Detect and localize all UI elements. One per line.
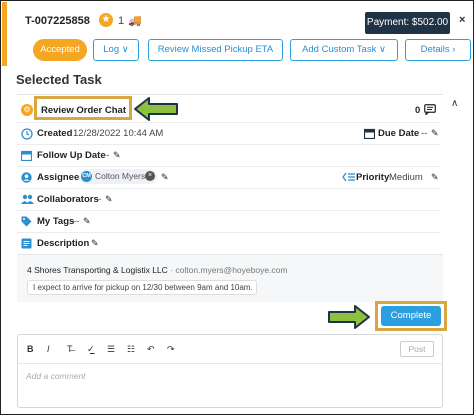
close-icon[interactable]: ×	[459, 14, 465, 26]
edit-follow-up-icon[interactable]: ✎	[113, 150, 121, 161]
due-date-label: Due Date	[378, 128, 420, 139]
chat-email: · colton.myers@hoyeboye.com	[170, 265, 288, 275]
remove-assignee-icon[interactable]: ×	[145, 171, 155, 181]
pointer-arrow-icon	[328, 305, 370, 329]
description-row: Description ✎	[17, 233, 441, 255]
user-icon	[21, 172, 32, 183]
undo-button[interactable]: ↶	[147, 344, 155, 355]
load-count: 1	[118, 15, 125, 27]
comment-editor: B I T̶ ✓̲ ☰ ☷ ↶ ↷ Post Add a comment	[17, 334, 443, 408]
complete-button[interactable]: Complete	[381, 306, 441, 326]
italic-button[interactable]: I	[47, 344, 50, 354]
tags-label: My Tags	[37, 216, 75, 227]
collaborators-icon	[21, 194, 34, 205]
follow-up-row: Follow Up Date -- ✎	[17, 145, 441, 167]
calendar-check-icon	[20, 150, 33, 162]
bullet-list-button[interactable]: ☰	[107, 344, 115, 355]
chat-message: 4 Shores Transporting & Logistix LLC · c…	[17, 254, 443, 302]
description-label: Description	[37, 238, 90, 249]
document-icon	[21, 238, 32, 249]
due-date-value: --	[421, 128, 428, 139]
edit-priority-icon[interactable]: ✎	[431, 172, 439, 183]
collaborators-row: Collaborators -- ✎	[17, 189, 441, 211]
tag-icon	[21, 216, 32, 227]
order-id: T-007225858	[25, 15, 90, 27]
collapse-icon[interactable]: ∧	[451, 98, 458, 109]
follow-up-value: --	[103, 150, 110, 161]
tags-row: My Tags -- ✎	[17, 211, 441, 233]
chat-count: 0	[415, 105, 421, 116]
strikethrough-button[interactable]: T̶	[67, 344, 73, 354]
edit-due-date-icon[interactable]: ✎	[431, 128, 439, 139]
task-panel: T-007225858 ★ 1 🚚 Payment: $502.00 × Acc…	[0, 0, 474, 415]
redo-button[interactable]: ↷	[167, 344, 175, 355]
edit-tags-icon[interactable]: ✎	[83, 216, 91, 227]
edit-assignee-icon[interactable]: ✎	[161, 172, 169, 183]
created-row: Created 12/28/2022 10:44 AM Due Date -- …	[17, 123, 441, 145]
assignee-label: Assignee	[37, 172, 80, 183]
priority-label: Priority	[356, 172, 390, 183]
truck-icon: 🚚	[128, 15, 142, 27]
comment-input[interactable]: Add a comment	[26, 371, 86, 381]
status-badge: Accepted	[33, 39, 87, 61]
section-title: Selected Task	[16, 72, 102, 87]
calendar-icon	[363, 128, 376, 140]
bold-button[interactable]: B	[27, 344, 34, 354]
chat-icon[interactable]	[424, 104, 436, 116]
collaborators-label: Collaborators	[37, 194, 99, 205]
avatar: CM	[81, 171, 92, 182]
edit-collaborators-icon[interactable]: ✎	[105, 194, 113, 205]
clock-icon	[21, 128, 33, 140]
collaborators-value: --	[95, 194, 102, 205]
log-button[interactable]: Log ∨	[93, 39, 139, 61]
edit-description-icon[interactable]: ✎	[91, 238, 99, 249]
pointer-arrow-icon	[134, 97, 178, 121]
tags-value: --	[73, 216, 80, 227]
highlight-task-title	[34, 96, 132, 120]
chat-company: 4 Shores Transporting & Logistix LLC	[27, 265, 168, 275]
chat-sender: 4 Shores Transporting & Logistix LLC · c…	[27, 265, 287, 275]
review-missed-pickup-eta-button[interactable]: Review Missed Pickup ETA	[148, 39, 283, 61]
assignee-name: Colton Myers	[95, 171, 146, 181]
chat-text: I expect to arrive for pickup on 12/30 b…	[27, 280, 257, 295]
star-icon[interactable]: ★	[99, 13, 113, 27]
follow-up-label: Follow Up Date	[37, 150, 106, 161]
gear-icon: ⚙	[21, 104, 33, 116]
payment-badge: Payment: $502.00	[365, 12, 450, 34]
post-button[interactable]: Post	[400, 341, 434, 357]
assignee-chip[interactable]: CM Colton Myers ×	[79, 169, 157, 184]
priority-icon	[341, 172, 355, 183]
created-label: Created	[37, 128, 73, 139]
created-value: 12/28/2022 10:44 AM	[73, 128, 164, 139]
add-custom-task-button[interactable]: Add Custom Task ∨	[290, 39, 398, 61]
details-button[interactable]: Details ›	[405, 39, 471, 61]
order-header: T-007225858 ★ 1 🚚 Payment: $502.00 × Acc…	[2, 2, 472, 66]
editor-divider	[18, 363, 442, 364]
assignee-row: Assignee CM Colton Myers × ✎ Priority Me…	[17, 167, 441, 189]
priority-value: Medium	[389, 172, 423, 183]
numbered-list-button[interactable]: ☷	[127, 344, 135, 355]
underline-button[interactable]: ✓̲	[87, 344, 95, 355]
